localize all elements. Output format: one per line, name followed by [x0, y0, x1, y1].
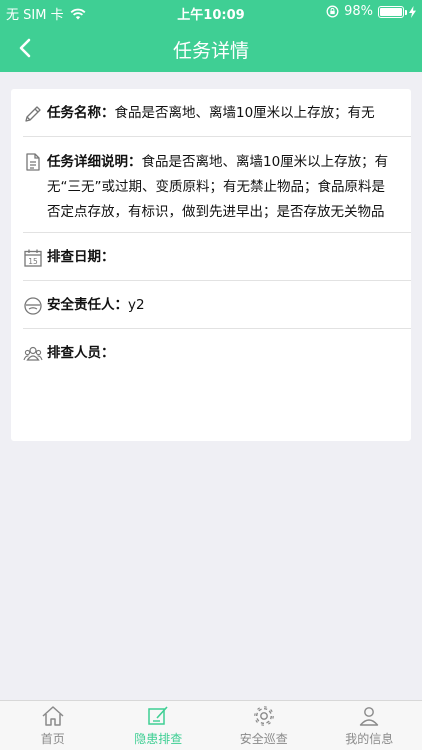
calendar-icon: 15 [24, 249, 42, 267]
document-icon [26, 153, 40, 171]
home-icon [42, 706, 64, 726]
responsible-person-text: 安全责任人：y2 [47, 293, 395, 318]
page-title: 任务详情 [172, 40, 249, 62]
tab-hazard-inspection[interactable]: 隐患排查 [106, 701, 212, 750]
battery-percent: 98% [344, 4, 373, 19]
inspection-date-label: 排查日期： [47, 249, 115, 265]
people-icon [23, 346, 43, 361]
task-detail-card: 任务名称：食品是否离地、离墙10厘米以上存放；有无 任务详细说明：食品是否离地、… [11, 89, 411, 441]
tab-safety-patrol[interactable]: 安全巡查 [211, 701, 317, 750]
tab-my-info-label: 我的信息 [345, 732, 394, 746]
charging-icon [409, 5, 416, 18]
pencil-icon [25, 106, 41, 122]
svg-text:15: 15 [28, 257, 38, 266]
status-bar: 无 SIM 卡 上午10:09 98% [0, 0, 422, 24]
task-description-row: 任务详细说明：食品是否离地、离墙10厘米以上存放；有无“三无”或过期、变质原料；… [23, 137, 411, 233]
responsible-person-label: 安全责任人： [47, 297, 128, 313]
tab-safety-patrol-label: 安全巡查 [239, 732, 288, 746]
task-description-label: 任务详细说明： [47, 154, 142, 170]
orientation-lock-icon [326, 5, 339, 18]
user-icon [360, 707, 379, 726]
inspection-personnel-text: 排查人员： [47, 341, 395, 366]
tab-hazard-inspection-label: 隐患排查 [134, 732, 183, 746]
inspection-personnel-row: 排查人员： [23, 329, 411, 441]
nav-bar: 任务详情 [0, 24, 422, 72]
task-name-text: 任务名称：食品是否离地、离墙10厘米以上存放；有无 [47, 101, 395, 126]
battery-fill [380, 7, 402, 16]
responsible-person-value: y2 [128, 297, 145, 313]
inspection-date-text: 排查日期： [47, 245, 395, 270]
gear-icon [253, 706, 274, 726]
tab-home[interactable]: 首页 [0, 701, 106, 750]
inspection-date-row: 15 排查日期： [23, 233, 411, 281]
inspection-personnel-label: 排查人员： [47, 345, 115, 361]
tab-bar: 首页 隐患排查 安全巡查 我的信息 [0, 700, 422, 750]
task-name-value: 食品是否离地、离墙10厘米以上存放；有无 [114, 105, 375, 121]
status-right: 98% [326, 4, 416, 19]
task-name-row: 任务名称：食品是否离地、离墙10厘米以上存放；有无 [23, 89, 411, 137]
tab-my-info[interactable]: 我的信息 [317, 701, 422, 750]
edit-icon [148, 706, 168, 725]
tab-home-label: 首页 [40, 732, 65, 746]
battery-icon [378, 5, 407, 18]
responsible-person-row: 安全责任人：y2 [23, 281, 411, 329]
safety-helmet-icon [24, 297, 42, 315]
task-description-text: 任务详细说明：食品是否离地、离墙10厘米以上存放；有无“三无”或过期、变质原料；… [47, 150, 395, 225]
task-name-label: 任务名称： [47, 105, 115, 121]
